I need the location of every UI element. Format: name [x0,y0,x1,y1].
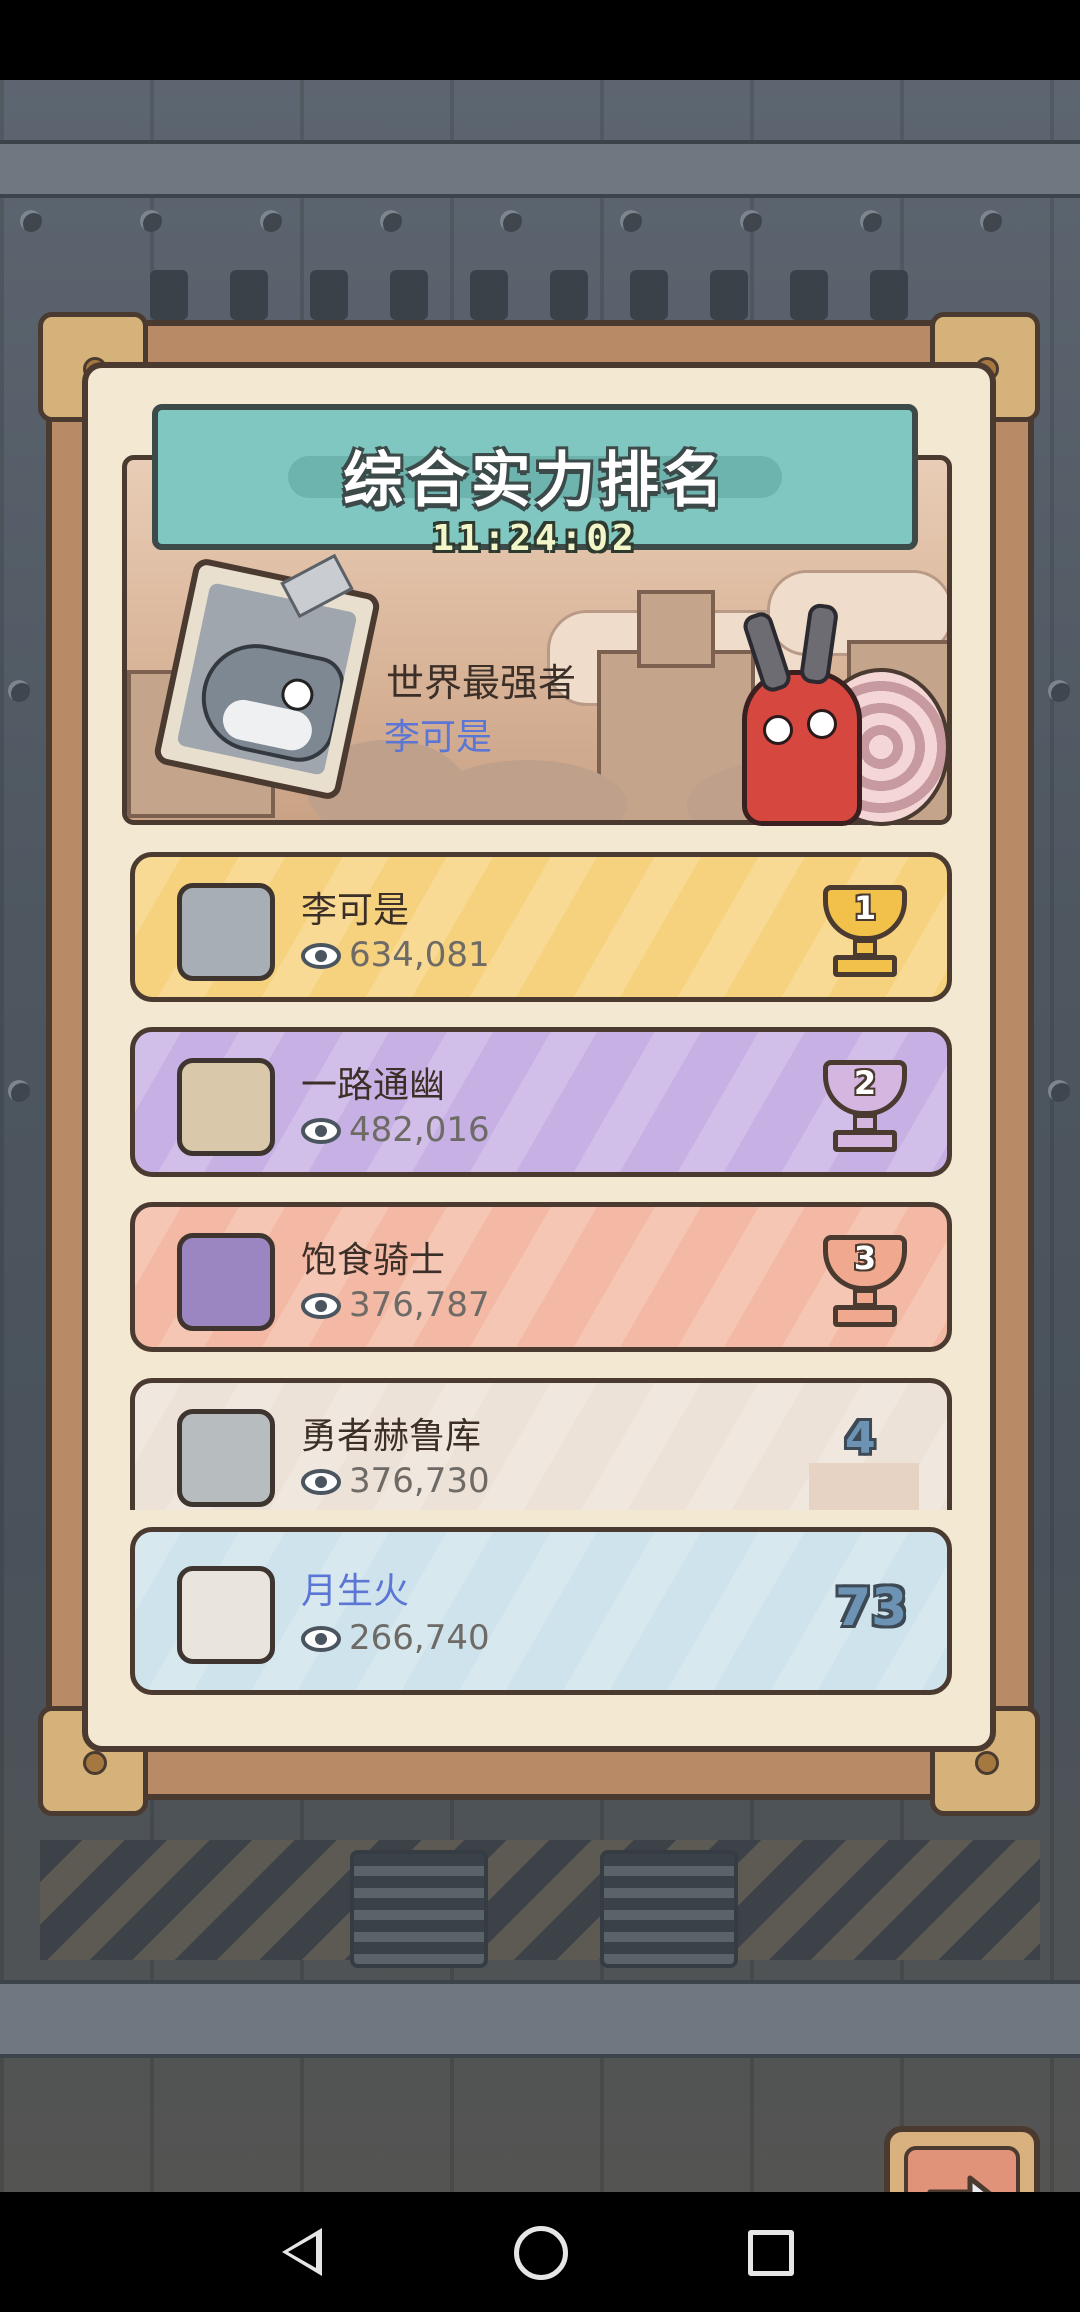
champion-label: 世界最强者 [386,661,577,705]
player-score: 634,081 [349,935,490,975]
background-slot [630,270,668,320]
background-rivet [740,210,762,232]
my-rank-row[interactable]: 月生火 266,740 73 [130,1527,952,1695]
background-rivet [260,210,282,232]
background-slot [230,270,268,320]
rank-row-1[interactable]: 李可是 634,081 1 [130,852,952,1002]
background-slot [550,270,588,320]
home-icon[interactable] [514,2226,568,2280]
page-title: 综合实力排名 [343,446,727,516]
eye-icon [301,1293,341,1319]
shark-avatar-icon [177,883,275,981]
countdown-timer: 11:24:02 [432,518,638,559]
silver-trophy-icon: 2 [815,1054,915,1158]
background-hazard-stripe [40,1840,1040,1960]
background-beam [0,140,1080,198]
eye-icon [301,1118,341,1144]
background-rivet [1048,680,1070,702]
background-slot [310,270,348,320]
background-rivet [1048,1080,1070,1102]
dragon-avatar-icon [177,1233,275,1331]
eye-icon [301,1626,341,1652]
rank-row-2[interactable]: 一路通幽 482,016 2 [130,1027,952,1177]
background-vent [350,1850,488,1968]
rank-number: 1 [853,889,877,927]
rank-row-3[interactable]: 饱食骑士 376,787 3 [130,1202,952,1352]
champion-name[interactable]: 李可是 [384,708,492,760]
bronze-trophy-icon: 3 [815,1229,915,1333]
back-icon[interactable] [282,2228,322,2276]
bearded-hero-avatar-icon [177,1409,275,1507]
player-score: 376,730 [349,1461,490,1501]
background-rivet [980,210,1002,232]
background-slot [390,270,428,320]
rank-row-4[interactable]: 勇者赫鲁库 376,730 4 [130,1378,952,1510]
background-rivet [20,210,42,232]
rank-pedestal [809,1463,919,1510]
background-slot [870,270,908,320]
player-name: 勇者赫鲁库 [301,1416,482,1457]
player-score: 482,016 [349,1110,490,1150]
background-rivet [380,210,402,232]
background-rivet [620,210,642,232]
background-vent [600,1850,738,1968]
gold-trophy-icon: 1 [815,879,915,983]
player-name: 李可是 [301,890,410,931]
background-rivet [8,680,30,702]
rank-number: 2 [853,1064,877,1102]
rank-number: 3 [853,1239,877,1277]
background-slot [150,270,188,320]
player-name: 饱食骑士 [301,1240,446,1281]
background-rivet [500,210,522,232]
three-eyed-girl-avatar-icon [177,1566,275,1664]
background-rivet [8,1080,30,1102]
rank-number: 4 [845,1413,876,1464]
eye-icon [301,1469,341,1495]
background-slot [710,270,748,320]
snail-mascot [742,670,862,826]
my-player-score: 266,740 [349,1618,490,1658]
status-bar [0,0,1080,80]
recent-apps-icon[interactable] [748,2230,794,2276]
background-slot [790,270,828,320]
my-rank-number: 73 [835,1578,908,1638]
star-badge-avatar-icon [177,1058,275,1156]
background-beam [0,1980,1080,2058]
player-score: 376,787 [349,1285,490,1325]
background-slot [470,270,508,320]
background-rivet [140,210,162,232]
my-player-name: 月生火 [301,1571,410,1612]
eye-icon [301,943,341,969]
shark-avatar-icon [191,634,350,769]
player-name: 一路通幽 [301,1065,446,1106]
background-rivet [860,210,882,232]
